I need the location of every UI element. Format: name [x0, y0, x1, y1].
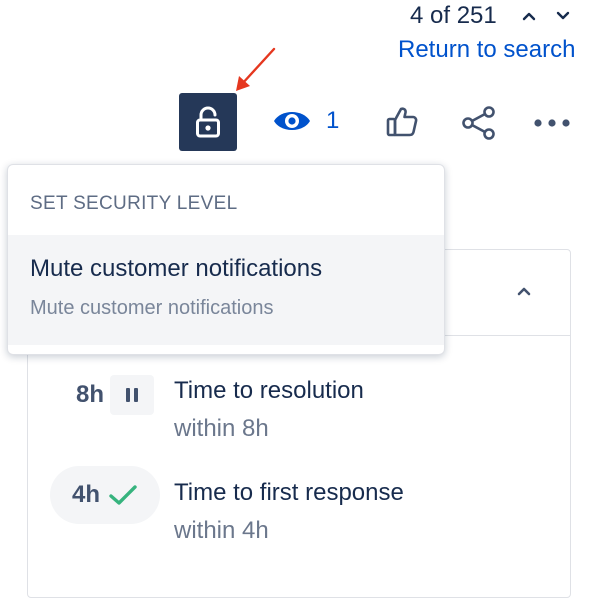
chevron-up-icon[interactable] [512, 280, 536, 304]
annotation-arrow-icon [236, 47, 276, 91]
issue-pager: 4 of 251 [410, 2, 575, 30]
share-icon[interactable] [460, 104, 498, 142]
sla-time: 8h [75, 381, 104, 408]
more-horizontal-icon[interactable] [532, 110, 572, 136]
option-title: Mute customer notifications [30, 255, 323, 282]
pause-icon [110, 375, 154, 415]
next-issue-button[interactable] [551, 2, 575, 30]
watch-count: 1 [326, 107, 340, 134]
sla-time: 4h [71, 481, 100, 508]
security-level-option[interactable]: Mute customer notifications Mute custome… [8, 235, 444, 345]
issue-position: 4 of 251 [410, 2, 497, 29]
check-icon [109, 485, 137, 505]
eye-icon [274, 112, 310, 130]
sla-title: Time to first response [174, 479, 404, 506]
sla-status-badge: 4h [50, 466, 160, 524]
dropdown-heading: SET SECURITY LEVEL [30, 193, 238, 214]
security-level-dropdown: SET SECURITY LEVEL Mute customer notific… [7, 164, 445, 355]
sla-title: Time to resolution [174, 377, 364, 404]
sla-status-badge: 8h [74, 375, 156, 415]
chevron-up-icon [522, 12, 535, 21]
security-level-button[interactable] [179, 93, 237, 151]
unlock-icon [196, 106, 220, 138]
chevron-down-icon [556, 11, 569, 20]
sla-subtitle: within 4h [174, 517, 269, 544]
previous-issue-button[interactable] [517, 2, 541, 30]
watch-button[interactable]: 1 [272, 106, 339, 136]
thumbs-up-icon[interactable] [384, 104, 420, 140]
return-to-search-link[interactable]: Return to search [398, 36, 575, 64]
option-description: Mute customer notifications [30, 297, 274, 319]
sla-subtitle: within 8h [174, 415, 269, 442]
